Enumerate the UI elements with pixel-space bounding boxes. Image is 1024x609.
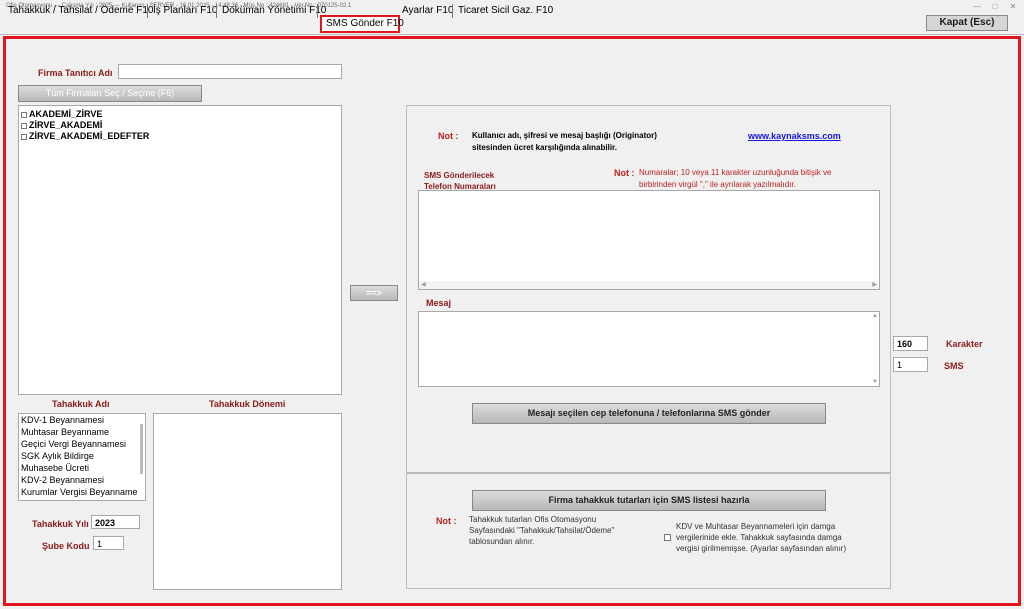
- close-button[interactable]: Kapat (Esc): [926, 15, 1008, 31]
- kaynaksms-link[interactable]: www.kaynaksms.com: [748, 131, 841, 141]
- phones-note-2: birbirinden virgül "," ile ayrılarak yaz…: [639, 180, 796, 189]
- firm-input[interactable]: [118, 64, 342, 79]
- message-textarea[interactable]: ▲ ▼: [418, 311, 880, 387]
- bottom-note-2: Sayfasındaki "Tahakkuk/Tahsilat/Ödeme": [469, 526, 615, 535]
- tahakkuk-adi-label: Tahakkuk Adı: [52, 399, 110, 409]
- maximize-icon[interactable]: □: [986, 0, 1004, 14]
- list-item[interactable]: AKADEMİ_ZİRVE: [21, 109, 341, 120]
- char-label: Karakter: [946, 339, 983, 349]
- send-sms-button[interactable]: Mesajı seçilen cep telefonuna / telefonl…: [472, 403, 826, 424]
- tahakkuk-donemi-list[interactable]: [153, 413, 342, 590]
- list-item[interactable]: KDV-2 Beyannamesi: [19, 474, 145, 486]
- checkbox-icon[interactable]: [21, 133, 27, 140]
- tahakkuk-list[interactable]: KDV-1 Beyannamesi Muhtasar Beyanname Geç…: [18, 413, 146, 501]
- prepare-list-button[interactable]: Firma tahakkuk tutarları için SMS listes…: [472, 490, 826, 511]
- list-scrollbar[interactable]: [140, 424, 143, 474]
- bottom-note-1: Tahakkuk tutarları Ofis Otomasyonu: [469, 515, 597, 524]
- kdv-check-label-1: KDV ve Muhtasar Beyannameleri için damga: [676, 522, 836, 531]
- kdv-checkbox[interactable]: [664, 534, 671, 541]
- tab-tahakkuk[interactable]: Tahakkuk / Tahsilat / Ödeme F10: [4, 2, 157, 20]
- tab-dokuman[interactable]: Döküman Yönetimi F10: [218, 2, 330, 20]
- transfer-button[interactable]: ==>: [350, 285, 398, 301]
- firm-list[interactable]: AKADEMİ_ZİRVE ZİRVE_AKADEMİ ZİRVE_AKADEM…: [18, 105, 342, 395]
- list-item[interactable]: Muhtasar Beyanname: [19, 426, 145, 438]
- firm-label: Firma Tanıtıcı Adı: [38, 68, 113, 78]
- year-label: Tahakkuk Yılı: [32, 519, 89, 529]
- list-item[interactable]: Geçici Vergi Beyannamesi: [19, 438, 145, 450]
- list-item[interactable]: KDV-1 Beyannamesi: [19, 414, 145, 426]
- phones-label-1: SMS Gönderilecek: [424, 171, 495, 180]
- note-text-1: Kullanıcı adı, şifresi ve mesaj başlığı …: [472, 131, 657, 140]
- phones-textarea[interactable]: ◀ ▶: [418, 190, 880, 290]
- note-label: Not :: [438, 131, 459, 141]
- bottom-note-label: Not :: [436, 516, 457, 526]
- year-input[interactable]: 2023: [91, 515, 140, 529]
- list-item[interactable]: ZİRVE_AKADEMİ: [21, 120, 341, 131]
- tab-sms-gonder[interactable]: SMS Gönder F10: [320, 15, 404, 33]
- tab-ticaret-sicil[interactable]: Ticaret Sicil Gaz. F10: [454, 2, 557, 20]
- phones-note-label: Not :: [614, 168, 635, 178]
- sms-count-input: 1: [893, 357, 928, 372]
- list-item[interactable]: Kurumlar Vergisi Beyanname: [19, 486, 145, 498]
- message-label: Mesaj: [426, 298, 452, 308]
- bottom-note-3: tablosundan alınır.: [469, 537, 535, 546]
- scroll-up-icon[interactable]: ▲: [872, 313, 878, 319]
- close-window-icon[interactable]: ✕: [1004, 0, 1022, 14]
- char-count-input: 160: [893, 336, 928, 351]
- checkbox-icon[interactable]: [21, 111, 27, 118]
- kdv-check-label-3: vergisi girilmemişse. (Ayarlar sayfasınd…: [676, 544, 847, 553]
- tahakkuk-donemi-label: Tahakkuk Dönemi: [209, 399, 286, 409]
- sms-label: SMS: [944, 361, 964, 371]
- list-item[interactable]: Muhasebe Ücreti: [19, 462, 145, 474]
- note-text-2: sitesinden ücret karşılığında alınabilir…: [472, 143, 617, 152]
- checkbox-icon[interactable]: [21, 122, 27, 129]
- select-all-button[interactable]: Tüm Firmaları Seç / Seçme (F6): [18, 85, 202, 102]
- horizontal-scrollbar[interactable]: ◀ ▶: [419, 281, 879, 289]
- tab-ayarlar[interactable]: Ayarlar F10: [398, 2, 458, 20]
- list-item[interactable]: ZİRVE_AKADEMİ_EDEFTER: [21, 131, 341, 142]
- kdv-check-label-2: vergilerinide ekle. Tahakkuk sayfasında …: [676, 533, 842, 542]
- branch-label: Şube Kodu: [42, 541, 90, 551]
- minimize-icon[interactable]: —: [968, 0, 986, 14]
- tab-is-planlari[interactable]: İş Planları F10: [149, 2, 221, 20]
- branch-input[interactable]: 1: [93, 536, 124, 550]
- scroll-down-icon[interactable]: ▼: [872, 379, 878, 385]
- list-item[interactable]: SGK Aylık Bildirge: [19, 450, 145, 462]
- phones-note-1: Numaralar; 10 veya 11 karakter uzunluğun…: [639, 168, 832, 177]
